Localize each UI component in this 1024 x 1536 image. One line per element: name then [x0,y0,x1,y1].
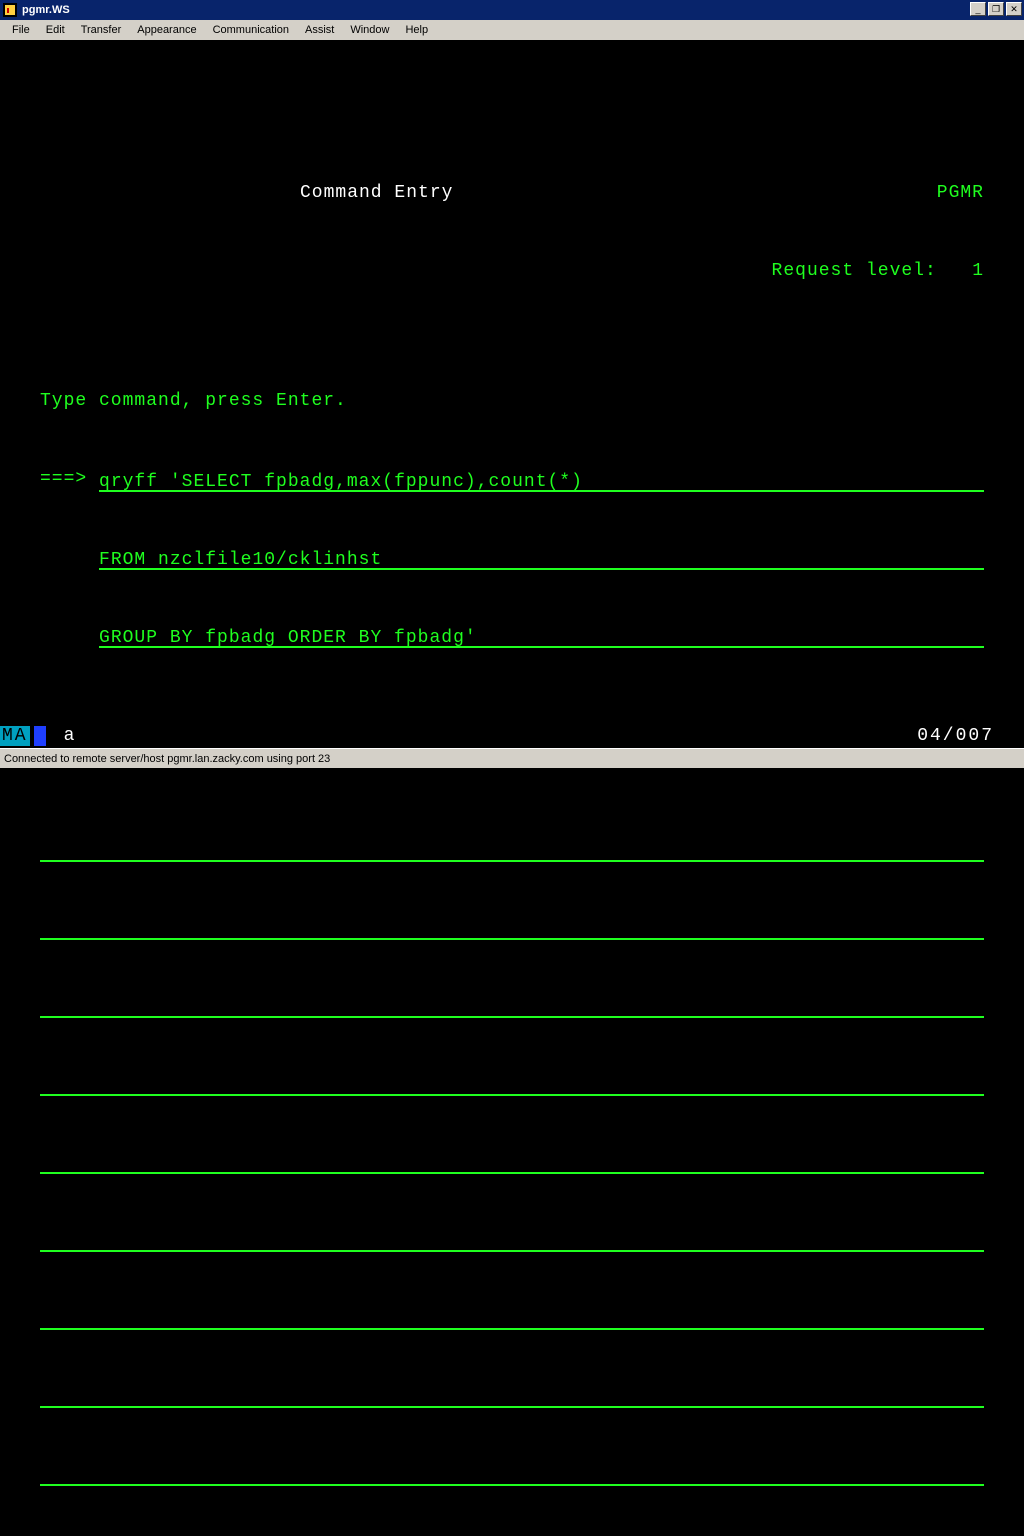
input-rule[interactable] [40,1172,984,1174]
input-rule[interactable] [40,938,984,940]
menu-help[interactable]: Help [397,22,436,38]
cursor-block-icon [34,726,46,746]
request-level-label: Request level: [772,258,937,284]
menu-edit[interactable]: Edit [38,22,73,38]
status-mode: a [64,726,75,746]
menu-appearance[interactable]: Appearance [129,22,204,38]
window-controls: _ ❐ ✕ [970,2,1022,16]
input-rule[interactable] [40,1328,984,1330]
command-input-line-2[interactable]: FROM nzclfile10/cklinhst [99,547,984,570]
menu-file[interactable]: File [4,22,38,38]
status-indicator-ma: MA [0,726,30,746]
input-rule[interactable] [40,1484,984,1486]
maximize-button[interactable]: ❐ [988,2,1004,16]
screen-title: Command Entry [300,180,453,206]
screen-user: PGMR [937,180,984,206]
app-icon [2,2,18,18]
minimize-button[interactable]: _ [970,2,986,16]
menubar: File Edit Transfer Appearance Communicat… [0,20,1024,40]
command-input-line-3[interactable]: GROUP BY fpbadg ORDER BY fpbadg' [99,625,984,648]
connection-status-text: Connected to remote server/host pgmr.lan… [4,753,330,765]
menu-window[interactable]: Window [342,22,397,38]
window-title: pgmr.WS [22,4,70,16]
input-rule[interactable] [40,1250,984,1252]
terminal-status-bar: MA a 04/007 [0,724,1024,748]
window-titlebar: pgmr.WS _ ❐ ✕ [0,0,1024,20]
instruction-text: Type command, press Enter. [40,388,984,414]
cursor-position: 04/007 [917,726,994,746]
menu-transfer[interactable]: Transfer [73,22,130,38]
request-level-value: 1 [972,258,984,284]
input-rule[interactable] [40,1406,984,1408]
close-button[interactable]: ✕ [1006,2,1022,16]
menu-communication[interactable]: Communication [205,22,297,38]
menu-assist[interactable]: Assist [297,22,342,38]
input-rule[interactable] [40,1094,984,1096]
input-rule[interactable] [40,860,984,862]
command-prompt: ===> [40,466,99,492]
input-rule[interactable] [40,1016,984,1018]
terminal-screen[interactable]: Command Entry PGMR Request level: 1 Type… [0,40,1024,724]
command-input-line-1[interactable]: qryff 'SELECT fpbadg,max(fppunc),count(*… [99,469,984,492]
connection-status-bar: Connected to remote server/host pgmr.lan… [0,748,1024,768]
